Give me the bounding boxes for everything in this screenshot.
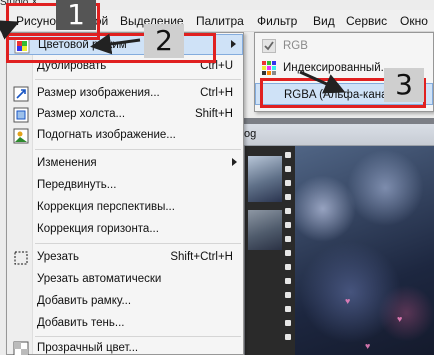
film-hole xyxy=(285,320,291,326)
submenu-arrow-icon xyxy=(232,158,237,166)
heart-bokeh: ♥ xyxy=(345,296,351,306)
film-hole xyxy=(285,292,291,298)
menu-item-fit-image[interactable]: Подогнать изображение... xyxy=(7,125,243,146)
annotation-number-1: 1 xyxy=(56,0,96,30)
menu-item-transparent-color[interactable]: Прозрачный цвет... xyxy=(7,338,243,355)
film-hole xyxy=(285,306,291,312)
annotation-box-2 xyxy=(6,33,216,63)
document-title-bar: og xyxy=(230,124,434,146)
transparent-color-icon xyxy=(13,341,29,355)
film-hole xyxy=(285,180,291,186)
film-hole xyxy=(285,166,291,172)
menu-item-shortcut: Shift+Ctrl+H xyxy=(170,251,233,263)
menu-item-label: Размер изображения... xyxy=(37,87,160,99)
menu-view[interactable]: Вид xyxy=(313,14,335,28)
film-hole xyxy=(285,208,291,214)
filmstrip-thumbnail[interactable] xyxy=(248,156,282,202)
menu-window[interactable]: Окно xyxy=(400,14,428,28)
menu-item-label: Коррекция горизонта... xyxy=(37,223,159,235)
film-hole xyxy=(285,250,291,256)
menu-item-add-shadow[interactable]: Добавить тень... xyxy=(7,313,243,334)
menu-item-image-size[interactable]: Размер изображения... Ctrl+H xyxy=(7,83,243,104)
menu-item-label: Передвинуть... xyxy=(37,179,117,191)
menu-item-horizon-correction[interactable]: Коррекция горизонта... xyxy=(7,219,243,240)
menu-separator xyxy=(35,79,241,80)
menu-separator xyxy=(35,336,241,337)
film-hole xyxy=(285,334,291,340)
filmstrip-thumbnail[interactable] xyxy=(248,210,282,250)
document-title: og xyxy=(244,128,257,140)
menu-filter[interactable]: Фильтр xyxy=(257,14,297,28)
canvas-size-icon xyxy=(13,107,29,123)
menu-item-label: Урезать xyxy=(37,251,80,263)
crop-icon xyxy=(14,251,28,265)
menu-item-label: Урезать автоматически xyxy=(37,273,162,285)
menu-item-crop[interactable]: Урезать Shift+Ctrl+H xyxy=(7,247,243,268)
submenu-item-label: RGB xyxy=(283,40,308,52)
fit-image-icon xyxy=(13,128,29,144)
submenu-arrow-icon xyxy=(231,40,236,48)
submenu-item-label: Индексированный... xyxy=(283,62,391,74)
photo-preview: ♥ ♥ ♥ xyxy=(295,146,434,355)
image-menu-dropdown: Цветовой режим Дублировать Ctrl+U Размер… xyxy=(6,32,244,355)
palette-grid-icon xyxy=(262,61,276,75)
film-hole xyxy=(285,278,291,284)
film-hole xyxy=(285,264,291,270)
menu-item-canvas-size[interactable]: Размер холста... Shift+H xyxy=(7,104,243,125)
film-hole xyxy=(285,222,291,228)
menu-item-label: Прозрачный цвет... xyxy=(37,342,139,354)
menu-separator xyxy=(35,243,241,244)
menu-item-add-frame[interactable]: Добавить рамку... xyxy=(7,291,243,312)
menu-item-label: Добавить рамку... xyxy=(37,295,132,307)
menu-item-changes[interactable]: Изменения xyxy=(7,153,243,174)
submenu-item-rgb[interactable]: RGB xyxy=(255,35,433,57)
menu-item-auto-crop[interactable]: Урезать автоматически xyxy=(7,269,243,290)
film-hole xyxy=(285,236,291,242)
filmstrip xyxy=(245,146,295,355)
menu-palette[interactable]: Палитра xyxy=(196,14,244,28)
menu-item-shortcut: Shift+H xyxy=(194,108,233,120)
annotation-number-3: 3 xyxy=(384,68,424,102)
heart-bokeh: ♥ xyxy=(397,314,403,324)
film-hole xyxy=(285,194,291,200)
menu-item-shortcut: Ctrl+H xyxy=(200,87,233,99)
menu-item-perspective-correction[interactable]: Коррекция перспективы... xyxy=(7,197,243,218)
annotation-number-2: 2 xyxy=(144,24,184,58)
menu-separator xyxy=(35,149,241,150)
menu-item-label: Изменения xyxy=(37,157,97,169)
menu-item-label: Подогнать изображение... xyxy=(37,129,176,141)
menu-item-move[interactable]: Передвинуть... xyxy=(7,175,243,196)
resize-image-icon xyxy=(13,86,29,102)
menu-item-label: Добавить тень... xyxy=(37,317,125,329)
film-hole xyxy=(285,152,291,158)
menu-item-label: Размер холста... xyxy=(37,108,126,120)
menu-item-label: Коррекция перспективы... xyxy=(37,201,175,213)
checkmark-icon xyxy=(262,39,276,53)
heart-bokeh: ♥ xyxy=(365,341,371,351)
menu-service[interactable]: Сервис xyxy=(346,14,387,28)
